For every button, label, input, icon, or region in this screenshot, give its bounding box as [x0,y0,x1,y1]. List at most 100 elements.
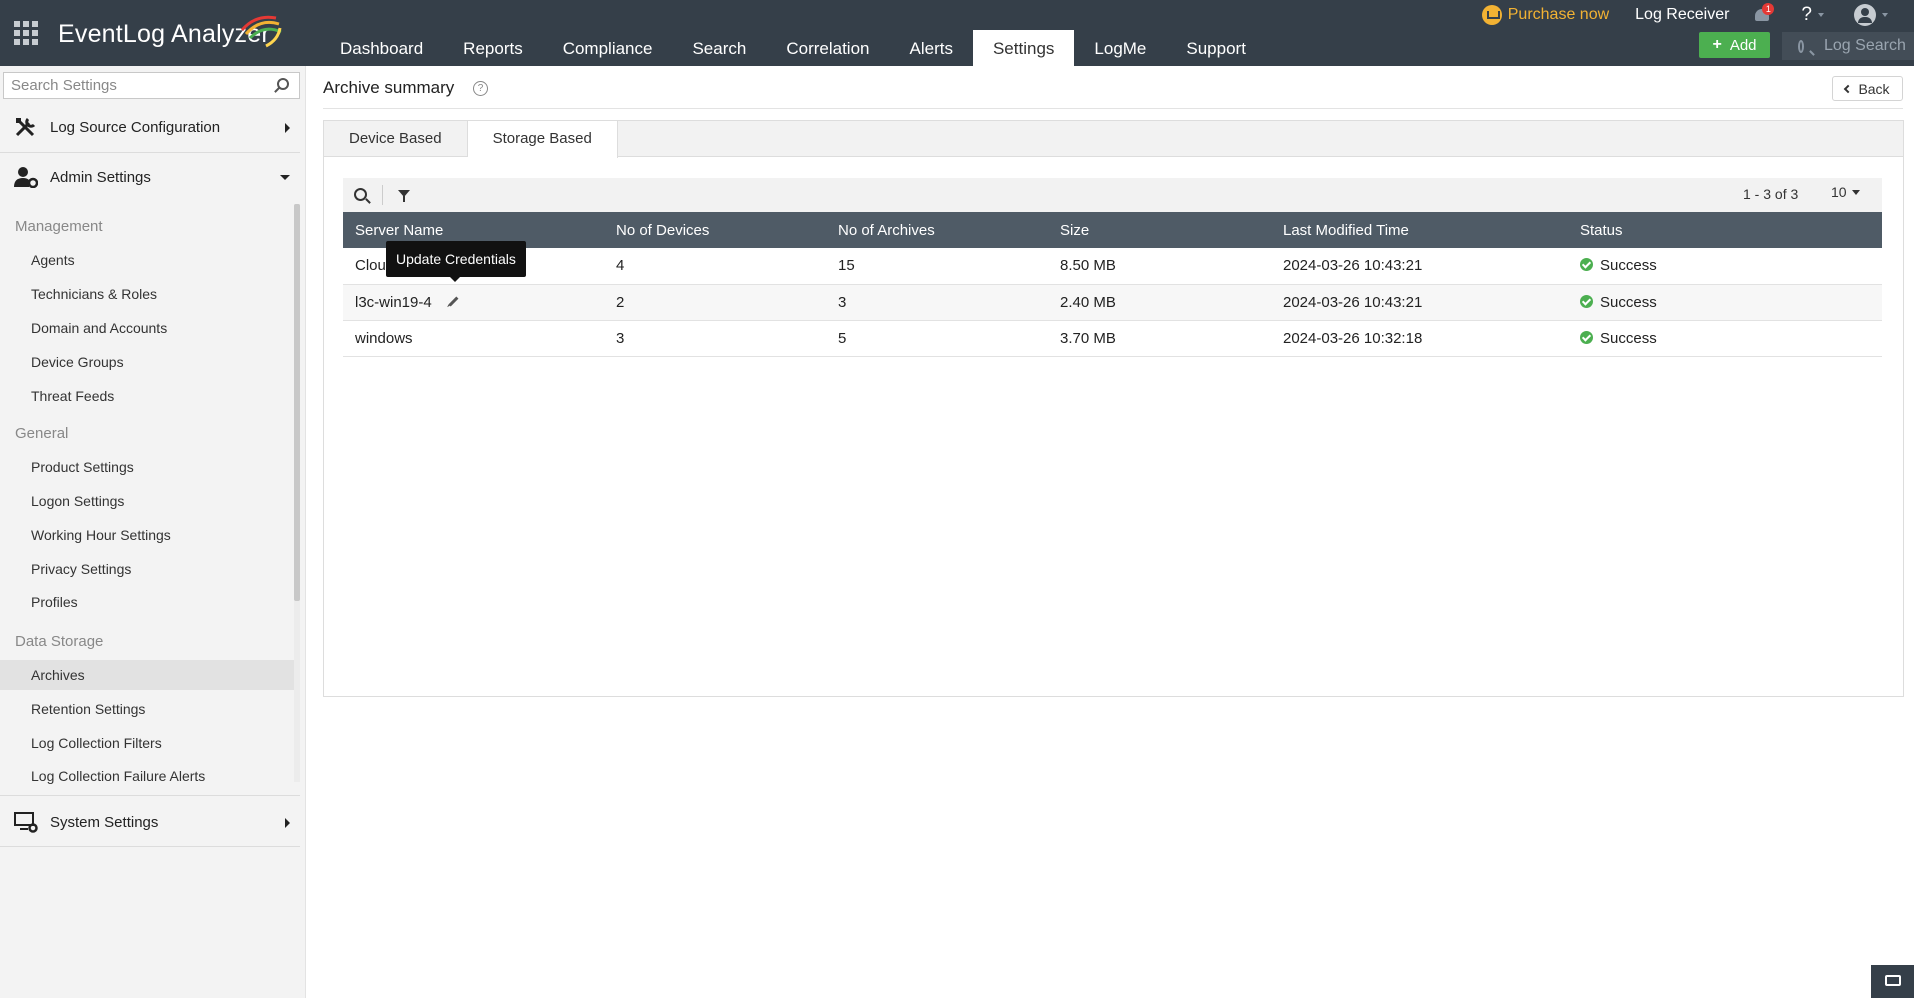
status-text: Success [1600,329,1657,347]
page-title: Archive summary [323,78,455,97]
filter-icon[interactable] [398,190,410,202]
sidebar-item-retention-settings[interactable]: Retention Settings [0,694,294,724]
settings-search-input[interactable] [4,77,264,94]
sidebar-item-technicians-roles[interactable]: Technicians & Roles [0,279,294,309]
cell-archives: 15 [826,248,1048,285]
cell-modified: 2024-03-26 10:43:21 [1271,284,1568,321]
sidebar-scrollbar-thumb[interactable] [294,204,300,601]
sidebar-item-agents[interactable]: Agents [0,245,294,275]
cell-server-name: windows [343,320,604,357]
app-grid-icon[interactable] [14,21,38,45]
title-divider [323,108,1903,109]
table-row[interactable]: Clou 4 15 8.50 MB 2024-03-26 10:43:21 Su… [343,248,1882,285]
add-label: Add [1729,36,1757,54]
expand-arrow-icon [285,123,290,133]
help-icon[interactable]: ? [1801,4,1812,26]
search-icon [1798,39,1804,53]
pagination-count: 1 - 3 of 3 [1743,186,1799,202]
section-admin-settings[interactable]: Admin Settings [0,154,300,200]
col-last-modified-time[interactable]: Last Modified Time [1271,212,1568,248]
table-row[interactable]: l3c-win19-4 2 3 2.40 MB 2024-03-26 10:43… [343,284,1882,321]
cell-size: 2.40 MB [1048,284,1271,321]
sidebar-item-device-groups[interactable]: Device Groups [0,347,294,377]
sidebar-item-log-collection-failure-alerts[interactable]: Log Collection Failure Alerts [0,761,294,791]
nav-reports[interactable]: Reports [443,30,543,66]
group-management: Management [15,218,103,235]
page-size-value: 10 [1831,184,1847,200]
group-general: General [15,425,69,442]
admin-user-gear-icon [14,167,38,188]
section-label: Admin Settings [50,168,151,186]
notification-bell-icon[interactable]: 1 [1753,3,1775,24]
status-text: Success [1600,293,1657,311]
cell-devices: 3 [604,320,826,357]
sidebar-item-working-hour-settings[interactable]: Working Hour Settings [0,520,294,550]
add-button[interactable]: + Add [1699,32,1770,58]
sidebar-item-privacy-settings[interactable]: Privacy Settings [0,554,294,584]
tab-device-based[interactable]: Device Based [324,121,468,157]
status-text: Success [1600,257,1657,275]
tools-icon [15,117,36,137]
pencil-edit-icon[interactable] [448,296,459,306]
cell-size: 8.50 MB [1048,248,1271,285]
search-icon[interactable] [277,78,289,90]
nav-correlation[interactable]: Correlation [766,30,889,66]
cell-status: Success [1568,284,1882,321]
top-bar: EventLog Analyzer Dashboard Reports Comp… [0,0,1914,66]
main-content: Archive summary ? Back Device Based Stor… [306,66,1914,998]
sidebar-item-archives[interactable]: Archives [0,660,294,690]
nav-settings[interactable]: Settings [972,30,1075,66]
archive-table: Server Name No of Devices No of Archives… [343,212,1882,357]
cell-status: Success [1568,248,1882,285]
sidebar-item-product-settings[interactable]: Product Settings [0,452,294,482]
nav-search[interactable]: Search [672,30,766,66]
logo-arc-icon [240,15,282,48]
nav-dashboard[interactable]: Dashboard [320,30,443,66]
cell-modified: 2024-03-26 10:43:21 [1271,248,1568,285]
chat-button[interactable] [1871,965,1914,998]
col-no-of-archives[interactable]: No of Archives [826,212,1048,248]
sidebar-item-threat-feeds[interactable]: Threat Feeds [0,381,294,411]
toolbar-separator [382,185,383,205]
sidebar-item-log-collection-filters[interactable]: Log Collection Filters [0,728,294,758]
sidebar-item-domain-accounts[interactable]: Domain and Accounts [0,313,294,343]
cell-size: 3.70 MB [1048,320,1271,357]
group-data-storage: Data Storage [15,633,104,650]
chevron-left-icon [1844,84,1853,93]
user-avatar-icon[interactable] [1854,4,1876,26]
server-name-text: l3c-win19-4 [355,293,432,311]
page-size-select[interactable]: 10 [1831,184,1860,200]
nav-alerts[interactable]: Alerts [890,30,973,66]
col-size[interactable]: Size [1048,212,1271,248]
table-search-icon[interactable] [354,188,367,201]
tab-storage-based[interactable]: Storage Based [467,121,618,158]
section-label: Log Source Configuration [50,118,221,136]
help-question-icon[interactable]: ? [473,81,488,96]
top-right-tools: Purchase now Log Receiver 1 ? [1481,0,1914,30]
archive-panel: Device Based Storage Based 1 - 3 of 3 10… [323,120,1904,697]
help-dropdown-icon[interactable] [1818,13,1824,17]
purchase-now-link[interactable]: Purchase now [1481,5,1609,25]
cell-devices: 2 [604,284,826,321]
section-system-settings[interactable]: System Settings [0,799,300,845]
log-receiver-link[interactable]: Log Receiver [1635,6,1729,24]
settings-sidebar: Log Source Configuration Admin Settings … [0,66,306,998]
settings-search-box [3,72,300,99]
col-no-of-devices[interactable]: No of Devices [604,212,826,248]
success-check-icon [1580,294,1593,308]
expand-arrow-icon [285,818,290,828]
nav-compliance[interactable]: Compliance [543,30,673,66]
sidebar-item-profiles[interactable]: Profiles [0,587,294,617]
section-log-source-configuration[interactable]: Log Source Configuration [0,104,300,150]
nav-support[interactable]: Support [1166,30,1266,66]
monitor-gear-icon [14,812,38,833]
cart-icon [1481,5,1502,25]
col-status[interactable]: Status [1568,212,1882,248]
nav-logme[interactable]: LogMe [1074,30,1166,66]
table-row[interactable]: windows 3 5 3.70 MB 2024-03-26 10:32:18 … [343,320,1882,357]
user-dropdown-icon[interactable] [1882,13,1888,17]
back-button[interactable]: Back [1832,76,1903,101]
sidebar-item-logon-settings[interactable]: Logon Settings [0,486,294,516]
update-credentials-tooltip: Update Credentials [386,241,526,282]
log-search-input[interactable] [1824,37,1914,55]
